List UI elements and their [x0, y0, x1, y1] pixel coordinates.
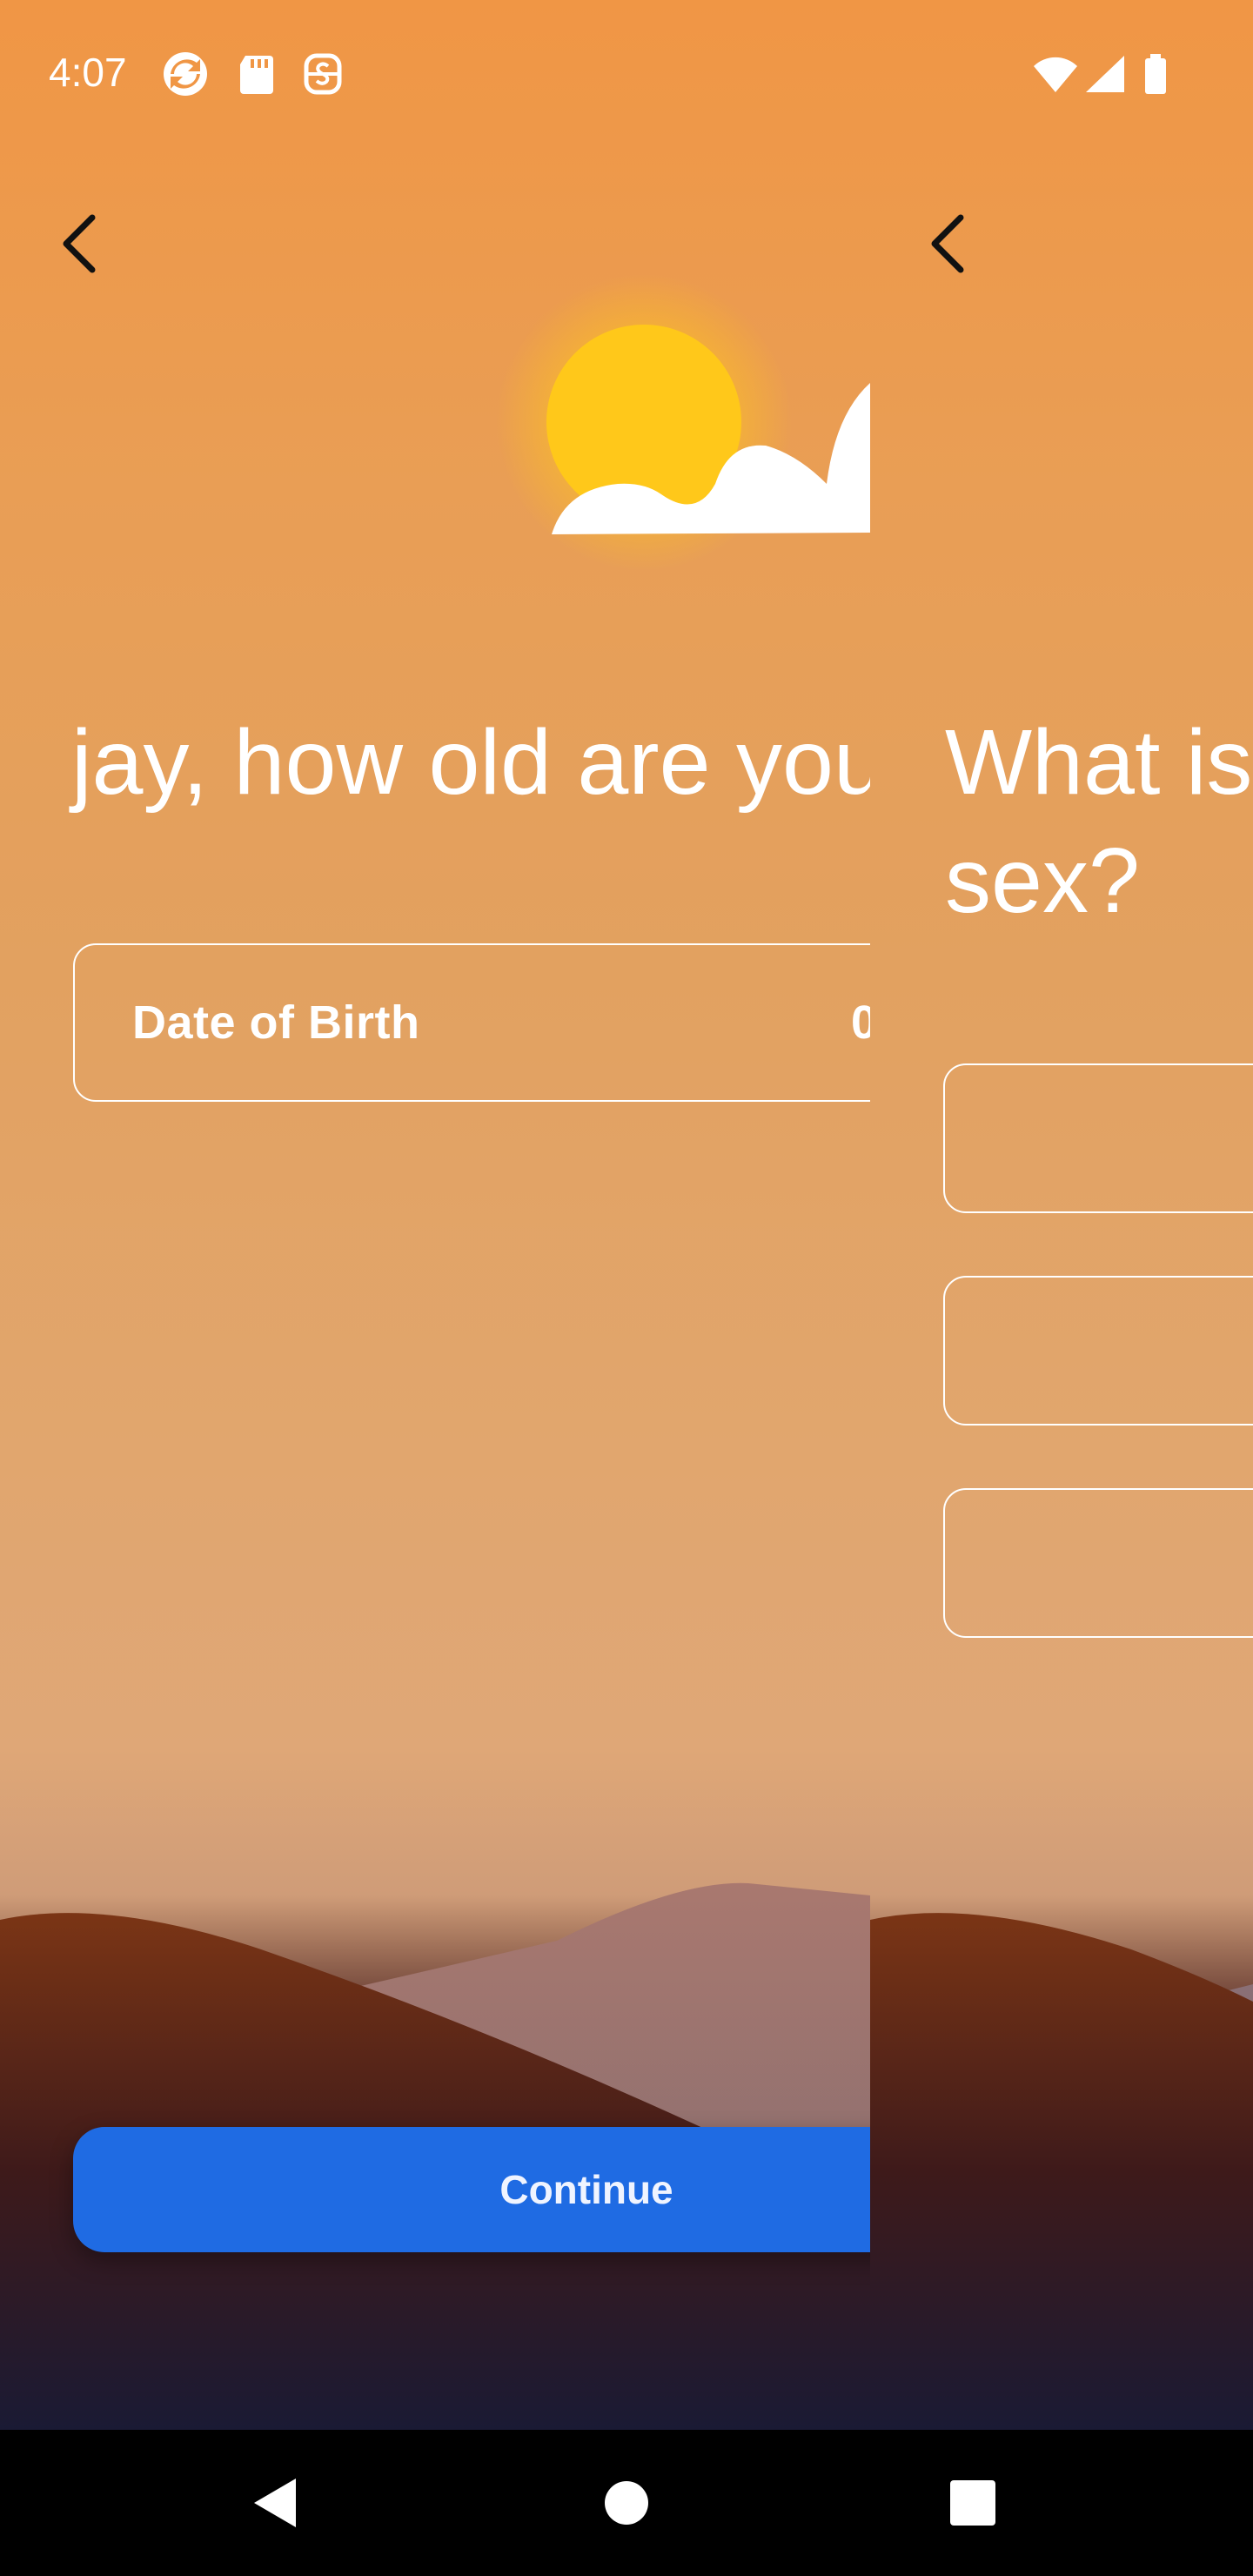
- age-question-title: jay, how old are you: [71, 711, 870, 814]
- continue-label: Continue: [499, 2167, 673, 2212]
- home-circle-icon[interactable]: [592, 2468, 661, 2538]
- sex-option-1[interactable]: [943, 1063, 1253, 1213]
- continue-button[interactable]: Continue: [73, 2127, 870, 2252]
- sex-question-page: What is sex?: [870, 0, 1253, 2430]
- back-triangle-icon[interactable]: [242, 2468, 312, 2538]
- sex-option-3[interactable]: [943, 1488, 1253, 1638]
- date-of-birth-label: Date of Birth: [132, 996, 420, 1049]
- date-of-birth-value: 0: [851, 996, 870, 1049]
- recents-square-icon[interactable]: [938, 2468, 1008, 2538]
- sun-cloud-illustration: [496, 274, 870, 570]
- sex-question-title-line2: sex?: [945, 829, 1140, 932]
- sex-option-2[interactable]: [943, 1276, 1253, 1426]
- chevron-left-icon: [931, 214, 964, 273]
- date-of-birth-field[interactable]: Date of Birth 0: [73, 943, 870, 1102]
- system-navigation-bar: [0, 2430, 1253, 2576]
- hills-illustration: [870, 1913, 1253, 2430]
- chevron-left-icon: [63, 214, 96, 273]
- sex-question-title-line1: What is: [945, 711, 1253, 814]
- back-button[interactable]: [42, 200, 120, 287]
- age-question-page: jay, how old are you Date of Birth 0 Con…: [0, 0, 870, 2430]
- app-screen: 4:07 jay, how old are you Date of Birth …: [0, 0, 1253, 2430]
- back-button[interactable]: [910, 200, 988, 287]
